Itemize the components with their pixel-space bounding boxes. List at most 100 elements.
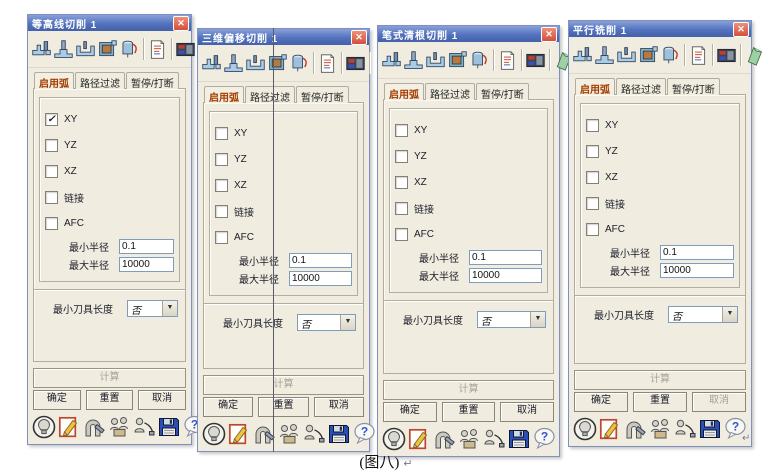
probe-icon[interactable] — [302, 422, 326, 447]
checkbox-yz[interactable] — [215, 153, 228, 166]
tab-path-filter[interactable]: 路径过滤 — [616, 78, 666, 95]
tool-icon[interactable] — [119, 37, 140, 61]
help-icon[interactable] — [533, 427, 557, 452]
min-tool-length-select[interactable]: 否 ▼ — [477, 311, 546, 328]
edit-icon[interactable] — [57, 415, 81, 440]
tab-pause-break[interactable]: 暂停/打断 — [296, 86, 349, 103]
checkbox-afc[interactable] — [586, 223, 599, 236]
probe-icon[interactable] — [132, 415, 156, 440]
min-tool-length-select[interactable]: 否 ▼ — [297, 314, 356, 331]
edit-icon[interactable] — [227, 422, 251, 447]
close-icon[interactable]: ✕ — [733, 22, 749, 37]
max-radius-input[interactable] — [289, 271, 352, 286]
cancel-button[interactable]: 取消 — [138, 390, 186, 410]
ok-button[interactable]: 确定 — [203, 397, 253, 417]
checkbox-yz[interactable] — [45, 139, 58, 152]
ok-button[interactable]: 确定 — [574, 392, 628, 412]
fixed-contour-icon[interactable] — [447, 48, 468, 72]
save-icon[interactable] — [157, 415, 181, 440]
tab-path-filter[interactable]: 路径过滤 — [245, 86, 295, 103]
cavity-mill-icon[interactable] — [381, 48, 402, 72]
reset-button[interactable]: 重置 — [86, 390, 134, 410]
checkbox-link[interactable] — [395, 202, 408, 215]
ok-button[interactable]: 确定 — [33, 390, 81, 410]
face-mill-icon[interactable] — [616, 43, 637, 67]
chevron-down-icon[interactable]: ▼ — [340, 315, 355, 330]
cavity-mill-icon[interactable] — [31, 37, 52, 61]
zlevel-mill-icon[interactable] — [403, 48, 424, 72]
save-icon[interactable] — [698, 417, 722, 442]
min-tool-length-select[interactable]: 否 ▼ — [668, 306, 738, 323]
close-icon[interactable]: ✕ — [351, 30, 367, 45]
machine-group-icon[interactable] — [457, 427, 481, 452]
reset-button[interactable]: 重置 — [442, 402, 496, 422]
checkbox-xy[interactable] — [586, 119, 599, 132]
checkbox-xz[interactable] — [45, 165, 58, 178]
checkbox-link[interactable] — [215, 205, 228, 218]
face-mill-icon[interactable] — [425, 48, 446, 72]
cancel-button[interactable]: 取消 — [692, 392, 746, 412]
checkbox-xz[interactable] — [395, 176, 408, 189]
chevron-down-icon[interactable]: ▼ — [722, 307, 737, 322]
max-radius-input[interactable] — [469, 268, 542, 283]
zlevel-mill-icon[interactable] — [594, 43, 615, 67]
bulb-icon[interactable] — [382, 427, 406, 452]
save-icon[interactable] — [327, 422, 351, 447]
fixed-contour-icon[interactable] — [638, 43, 659, 67]
face-mill-icon[interactable] — [75, 37, 96, 61]
operation-doc-icon[interactable] — [497, 48, 518, 72]
checkbox-link[interactable] — [586, 197, 599, 210]
titlebar[interactable]: 三维偏移切削 1 ✕ — [198, 29, 369, 45]
checkbox-xy[interactable]: ✓ — [45, 113, 58, 126]
tab-pause-break[interactable]: 暂停/打断 — [667, 78, 720, 95]
max-radius-input[interactable] — [119, 257, 174, 272]
close-icon[interactable]: ✕ — [173, 16, 189, 31]
tab-pause-break[interactable]: 暂停/打断 — [476, 83, 529, 100]
close-icon[interactable]: ✕ — [541, 27, 557, 42]
color-table-icon[interactable] — [525, 48, 546, 72]
checkbox-afc[interactable] — [395, 228, 408, 241]
color-table-icon[interactable] — [716, 43, 737, 67]
checkbox-xz[interactable] — [586, 171, 599, 184]
min-radius-input[interactable] — [660, 245, 734, 260]
tab-path-filter[interactable]: 路径过滤 — [75, 72, 125, 89]
titlebar[interactable]: 等高线切削 1 ✕ — [28, 15, 191, 31]
color-table-icon[interactable] — [175, 37, 196, 61]
edit-icon[interactable] — [407, 427, 431, 452]
min-radius-input[interactable] — [469, 250, 542, 265]
titlebar[interactable]: 平行铣削 1 ✕ — [569, 21, 751, 37]
checkbox-afc[interactable] — [215, 231, 228, 244]
tab-enable-arc[interactable]: 启用弧 — [575, 78, 615, 95]
fixed-contour-icon[interactable] — [267, 51, 288, 75]
tools-icon[interactable] — [623, 417, 647, 442]
tool-icon[interactable] — [469, 48, 490, 72]
cavity-mill-icon[interactable] — [572, 43, 593, 67]
bulb-icon[interactable] — [32, 415, 56, 440]
machine-group-icon[interactable] — [648, 417, 672, 442]
tab-enable-arc[interactable]: 启用弧 — [384, 83, 424, 100]
reset-button[interactable]: 重置 — [633, 392, 687, 412]
color-table-icon[interactable] — [345, 51, 366, 75]
bulb-icon[interactable] — [573, 417, 597, 442]
machine-group-icon[interactable] — [277, 422, 301, 447]
fixed-contour-icon[interactable] — [97, 37, 118, 61]
cancel-button[interactable]: 取消 — [500, 402, 554, 422]
max-radius-input[interactable] — [660, 263, 734, 278]
checkbox-link[interactable] — [45, 191, 58, 204]
checkbox-yz[interactable] — [395, 150, 408, 163]
operation-doc-icon[interactable] — [688, 43, 709, 67]
checkbox-yz[interactable] — [586, 145, 599, 158]
chevron-down-icon[interactable]: ▼ — [530, 312, 545, 327]
green-sheet-icon[interactable] — [744, 43, 765, 67]
help-icon[interactable] — [353, 422, 377, 447]
ok-button[interactable]: 确定 — [383, 402, 437, 422]
tab-path-filter[interactable]: 路径过滤 — [425, 83, 475, 100]
calculate-button[interactable]: 计算 — [203, 375, 364, 395]
min-radius-input[interactable] — [289, 253, 352, 268]
calculate-button[interactable]: 计算 — [574, 370, 746, 390]
cancel-button[interactable]: 取消 — [314, 397, 364, 417]
tools-icon[interactable] — [82, 415, 106, 440]
bulb-icon[interactable] — [202, 422, 226, 447]
face-mill-icon[interactable] — [245, 51, 266, 75]
machine-group-icon[interactable] — [107, 415, 131, 440]
